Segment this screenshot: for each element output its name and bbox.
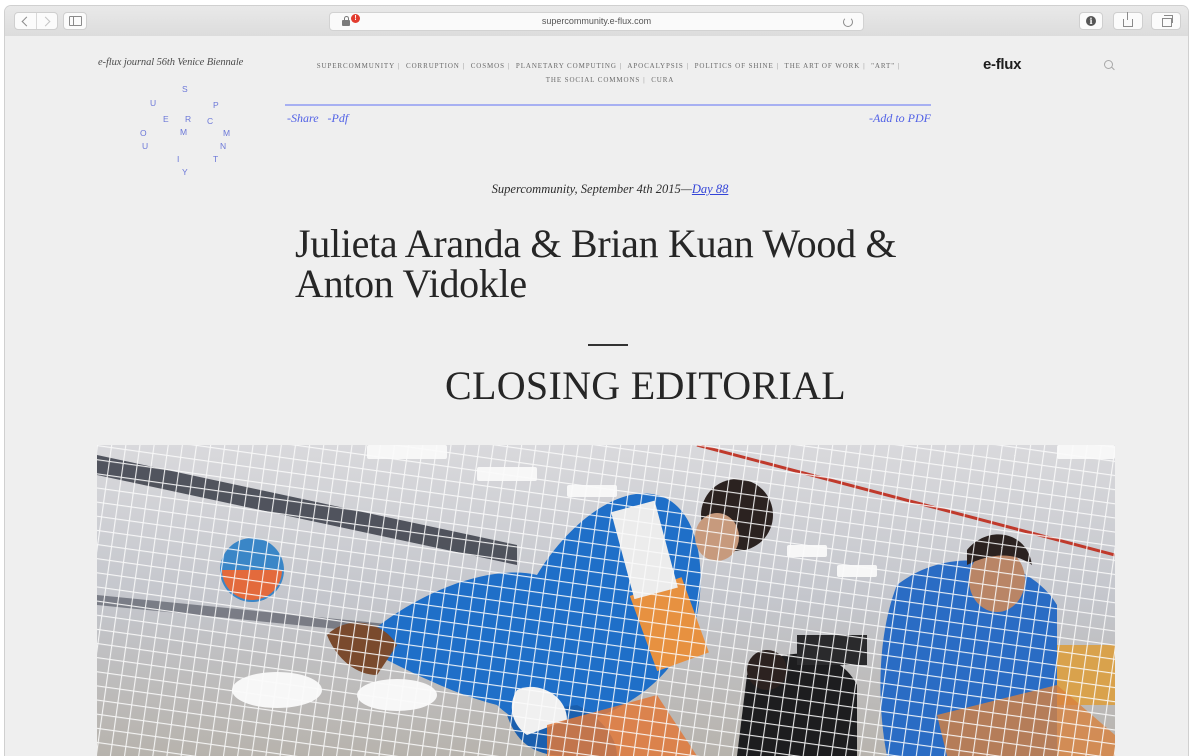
sidebar-icon: [68, 16, 82, 26]
supercommunity-logo[interactable]: S U P E R C O M M U N I T Y: [125, 84, 245, 194]
logo-letter: S: [182, 84, 188, 94]
logo-letter: C: [207, 116, 214, 126]
nav-item-planetary-computing[interactable]: PLANETARY COMPUTING: [516, 62, 617, 70]
logo-letter: I: [177, 154, 180, 164]
e-flux-logo[interactable]: e-flux: [983, 56, 1022, 73]
logo-letter: Y: [182, 167, 188, 177]
nav-item-art[interactable]: "ART": [871, 62, 895, 70]
nav-item-politics-of-shine[interactable]: POLITICS OF SHINE: [695, 62, 774, 70]
logo-letter: T: [213, 154, 219, 164]
article-title: CLOSING EDITORIAL: [445, 363, 846, 408]
address-bar[interactable]: ! supercommunity.e-flux.com: [329, 12, 864, 31]
logo-letter: N: [220, 141, 227, 151]
share-link[interactable]: -Share: [287, 111, 319, 125]
chevron-left-icon: [21, 16, 32, 26]
logo-letter: M: [180, 127, 188, 137]
nav-separator: |: [619, 62, 623, 70]
nav-separator: |: [897, 62, 901, 70]
dateline: Supercommunity, September 4th 2015—Day 8…: [445, 182, 775, 197]
nav-item-the-art-of-work[interactable]: THE ART OF WORK: [785, 62, 861, 70]
reload-icon[interactable]: [843, 17, 853, 27]
section-nav: SUPERCOMMUNITY | CORRUPTION | COSMOS | PLAN…: [295, 59, 925, 87]
url-text: supercommunity.e-flux.com: [541, 16, 652, 26]
nav-separator: |: [462, 62, 466, 70]
history-nav-group: [14, 12, 58, 30]
header-rule: [285, 104, 931, 106]
nav-item-apocalypsis[interactable]: APOCALYPSIS: [627, 62, 683, 70]
day-link[interactable]: Day 88: [692, 182, 728, 196]
journal-label[interactable]: e-flux journal 56th Venice Biennale: [98, 57, 243, 68]
sidebar-button[interactable]: [63, 12, 87, 30]
tabs-icon: [1162, 14, 1173, 27]
zero-gravity-photo: [97, 445, 1115, 756]
nav-separator: |: [643, 76, 646, 84]
nav-item-cosmos[interactable]: COSMOS: [471, 62, 505, 70]
nav-item-cura[interactable]: CURA: [651, 76, 674, 84]
info-button[interactable]: i: [1079, 12, 1103, 30]
nav-item-corruption[interactable]: CORRUPTION: [406, 62, 460, 70]
nav-separator: |: [398, 62, 401, 70]
nav-item-supercommunity[interactable]: SUPERCOMMUNITY: [317, 62, 395, 70]
browser-toolbar: ! supercommunity.e-flux.com i: [5, 6, 1188, 37]
nav-item-the-social-commons[interactable]: THE SOCIAL COMMONS: [546, 76, 641, 84]
forward-button[interactable]: [35, 13, 58, 29]
share-links: -Share -Pdf: [287, 111, 354, 126]
nav-separator: |: [686, 62, 689, 70]
share-icon: [1123, 11, 1133, 27]
logo-letter: M: [223, 128, 231, 138]
dateline-text: Supercommunity, September 4th 2015—: [491, 182, 692, 196]
nav-separator: |: [776, 62, 780, 70]
article-authors: Julieta Aranda & Brian Kuan Wood & Anton…: [295, 221, 897, 306]
chevron-right-icon: [40, 16, 51, 26]
logo-letter: U: [142, 141, 149, 151]
search-icon[interactable]: [1104, 60, 1113, 69]
browser-window: ! supercommunity.e-flux.com i e-flux jou…: [5, 6, 1188, 756]
logo-letter: R: [185, 114, 192, 124]
back-button[interactable]: [15, 13, 36, 29]
pdf-link[interactable]: -Pdf: [328, 111, 349, 125]
hero-photo: [97, 445, 1115, 756]
add-to-pdf-link[interactable]: -Add to PDF: [845, 111, 931, 126]
logo-letter: U: [150, 98, 157, 108]
web-page: e-flux journal 56th Venice Biennale SUPE…: [5, 36, 1188, 756]
info-icon: i: [1086, 16, 1096, 26]
title-divider: [588, 344, 628, 346]
nav-separator: |: [507, 62, 511, 70]
logo-letter: O: [140, 128, 147, 138]
logo-letter: E: [163, 114, 169, 124]
logo-letter: P: [213, 100, 219, 110]
nav-separator: |: [863, 62, 866, 70]
share-button[interactable]: [1113, 11, 1143, 30]
tabs-overview-button[interactable]: [1151, 12, 1181, 30]
